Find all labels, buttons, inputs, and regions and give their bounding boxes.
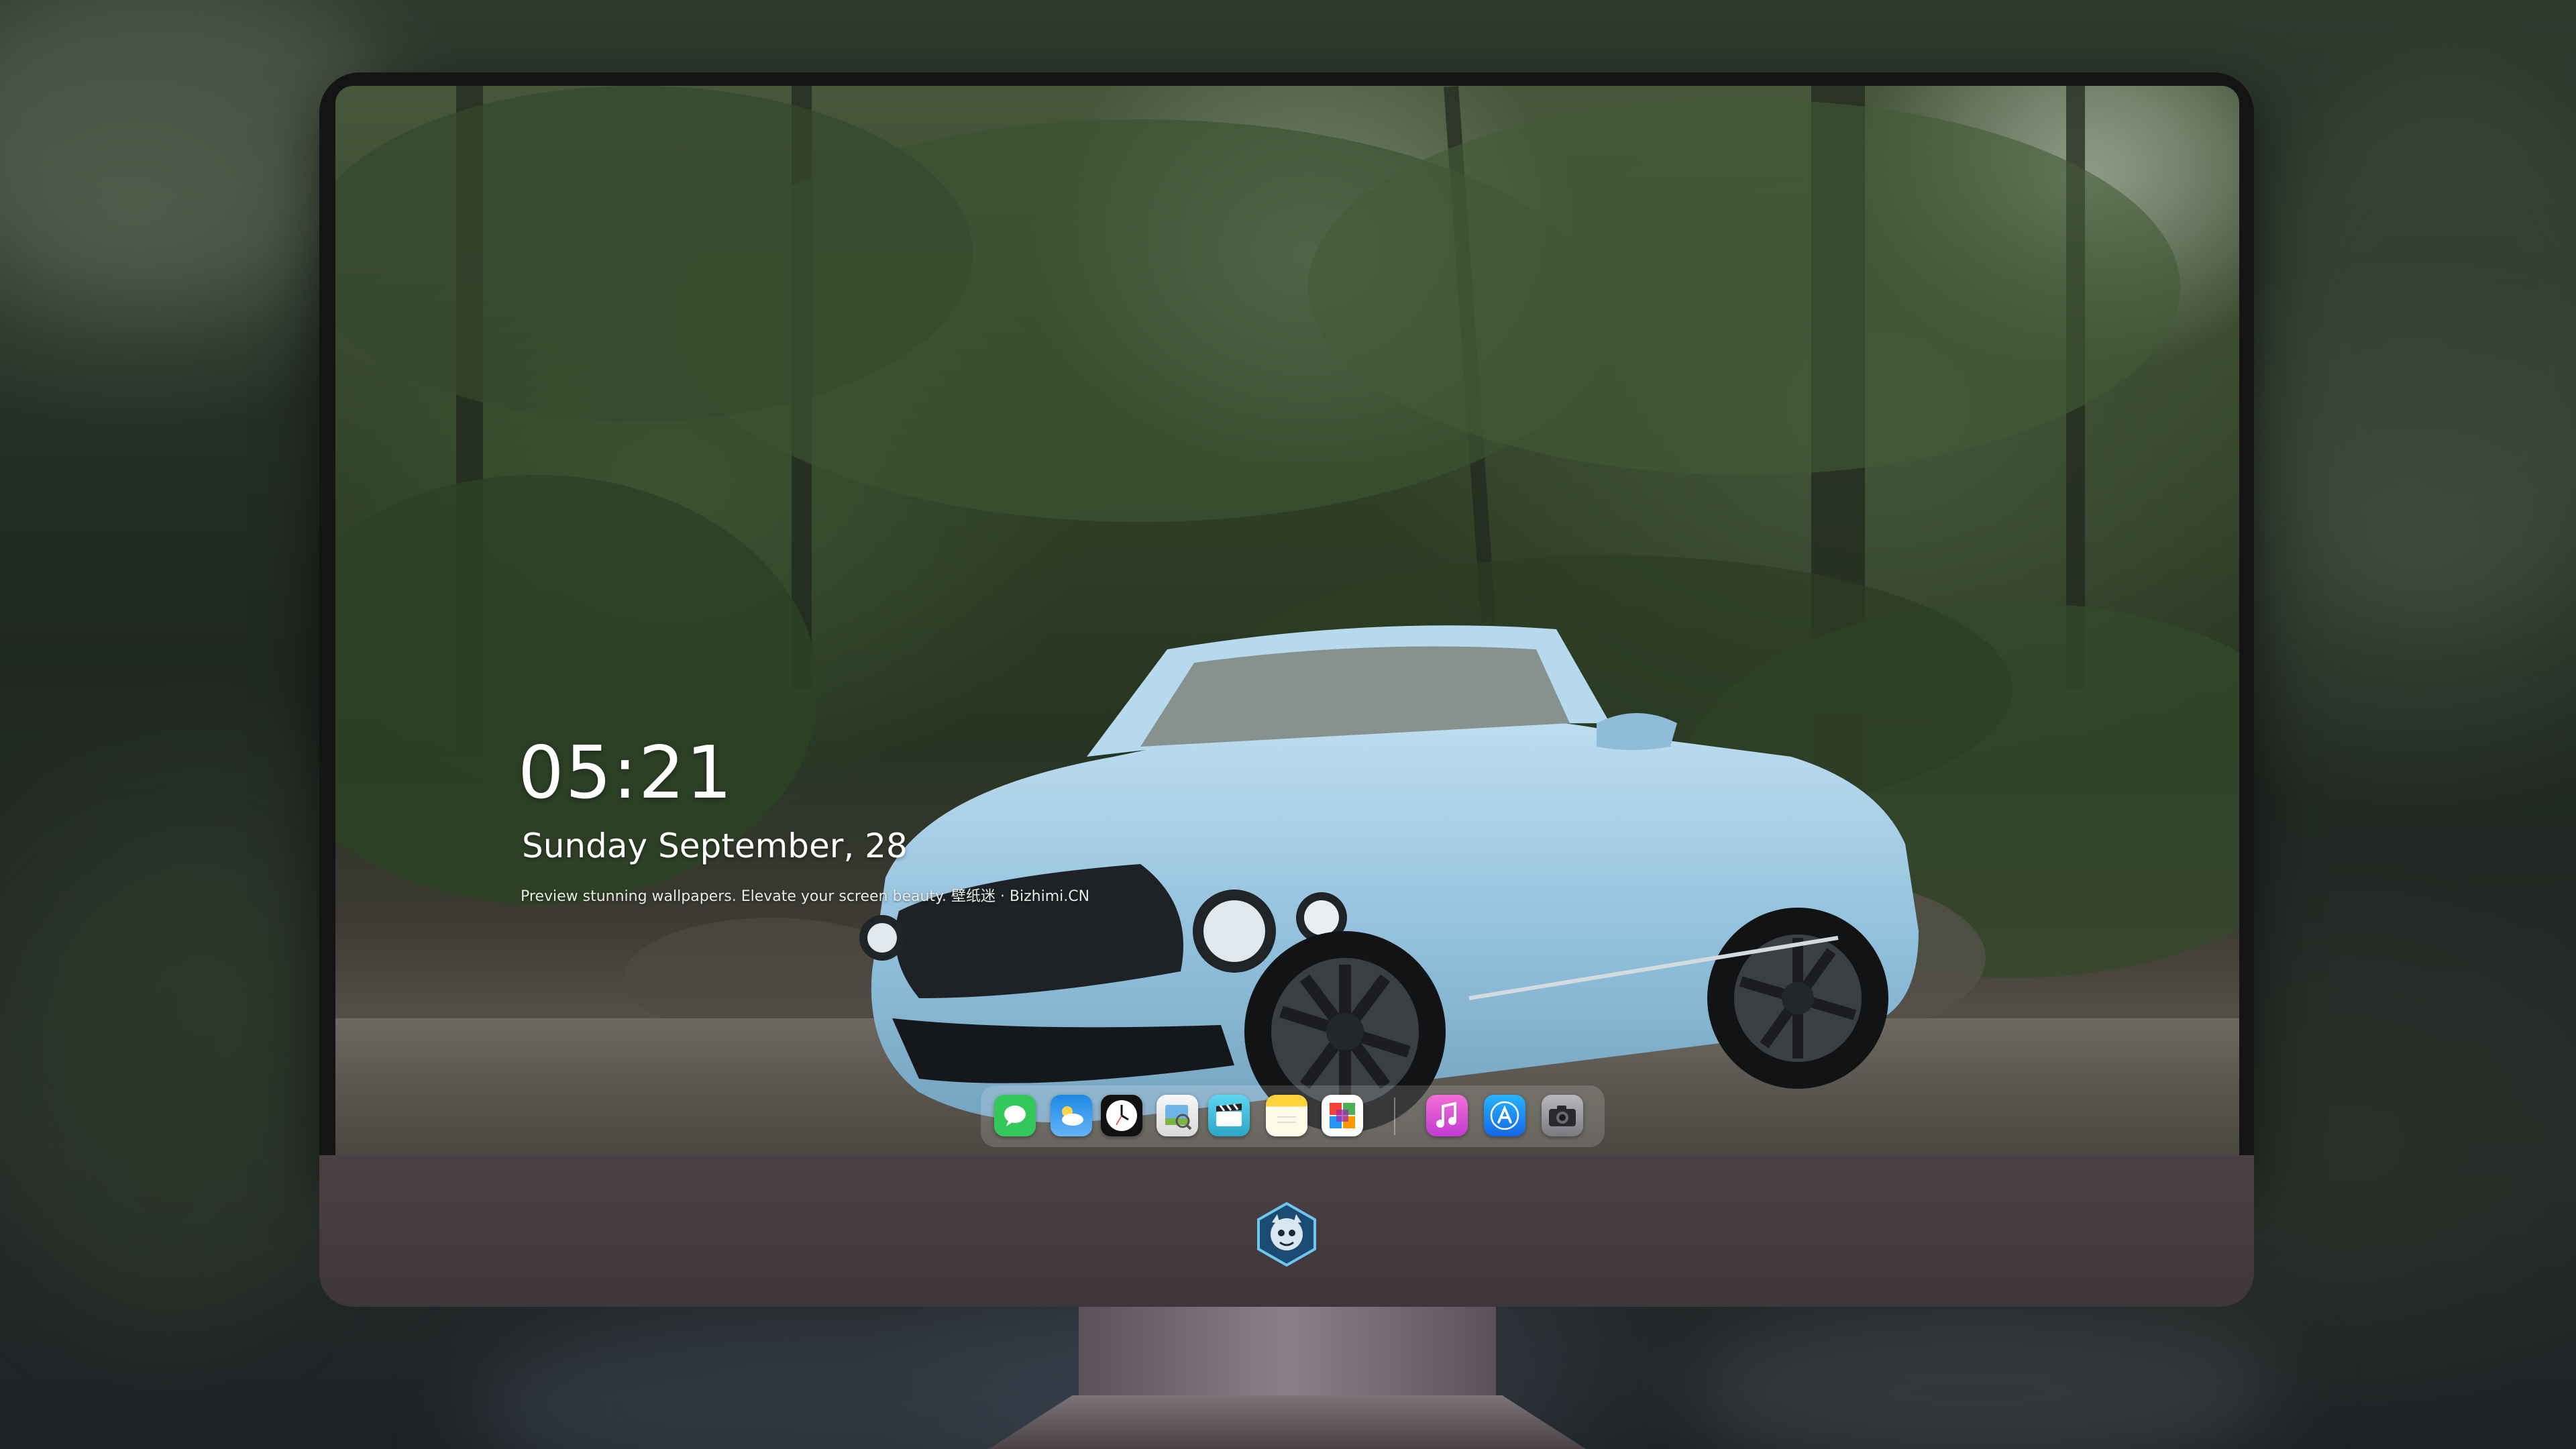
app-store-icon[interactable] [1484, 1095, 1525, 1136]
lock-screen-time: 05:21 [518, 731, 734, 815]
bg-blob [0, 872, 335, 1342]
messages-icon[interactable] [994, 1095, 1036, 1136]
lock-screen-date: Sunday September, 28 [522, 826, 908, 865]
mascot-logo-icon [1257, 1201, 1316, 1267]
desktop-screen [335, 86, 2239, 1155]
dock-separator [1394, 1097, 1395, 1135]
weather-icon[interactable] [1051, 1095, 1092, 1136]
bg-blob [2247, 67, 2576, 604]
wallpaper-tagline: Preview stunning wallpapers. Elevate you… [521, 888, 1090, 905]
preview-icon[interactable] [1157, 1095, 1198, 1136]
camera-icon[interactable] [1542, 1095, 1583, 1136]
clock-icon[interactable] [1101, 1095, 1142, 1136]
clips-icon[interactable] [1208, 1095, 1250, 1136]
notes-icon[interactable] [1266, 1095, 1307, 1136]
music-icon[interactable] [1426, 1095, 1468, 1136]
monitor-stand-base [989, 1395, 1586, 1449]
bg-blob [1677, 1308, 2281, 1449]
photos-icon[interactable] [1322, 1095, 1363, 1136]
